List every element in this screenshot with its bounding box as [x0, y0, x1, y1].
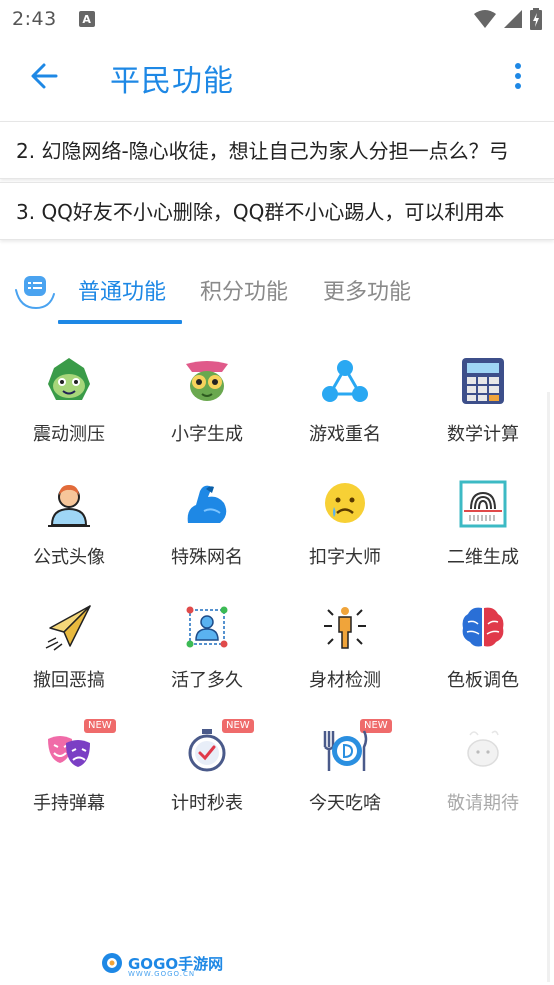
feature-label: 手持弹幕 — [33, 793, 105, 814]
status-time: 2:43 — [12, 8, 57, 30]
list-bubble-icon — [14, 272, 56, 312]
more-vertical-icon — [515, 63, 521, 89]
green-monster-icon — [48, 358, 90, 400]
wifi-icon — [474, 10, 496, 28]
feature-item[interactable]: NEW 今天吃啥 — [276, 719, 414, 829]
scrollbar-track[interactable] — [547, 392, 550, 982]
feature-label: 震动测压 — [33, 424, 105, 445]
feature-label: 今天吃啥 — [309, 793, 381, 814]
feature-item: 敬请期待 — [414, 719, 552, 829]
tab-normal-features[interactable]: 普通功能 — [78, 274, 166, 306]
battery-icon — [530, 8, 542, 30]
feature-item[interactable]: 游戏重名 — [276, 350, 414, 460]
feature-item[interactable]: 公式头像 — [0, 473, 138, 583]
feature-label: 活了多久 — [171, 670, 243, 691]
feature-item[interactable]: 特殊网名 — [138, 473, 276, 583]
paper-plane-icon — [45, 605, 91, 651]
feature-label: 公式头像 — [33, 547, 105, 568]
sad-face-icon — [325, 483, 365, 523]
feature-label: 数学计算 — [447, 424, 519, 445]
watermark-subtext: WWW.GOGO.CN — [128, 970, 196, 978]
feature-item[interactable]: NEW 计时秒表 — [138, 719, 276, 829]
feature-item[interactable]: 二维生成 — [414, 473, 552, 583]
fingerprint-scan-icon — [459, 480, 507, 528]
calculator-icon — [462, 358, 504, 404]
feature-label: 游戏重名 — [309, 424, 381, 445]
feature-label: 身材检测 — [309, 670, 381, 691]
feature-label: 小字生成 — [171, 424, 243, 445]
watermark-logo: GOGO手游网 WWW.GOGO.CN — [100, 948, 223, 978]
feature-label: 计时秒表 — [171, 793, 243, 814]
feature-item[interactable]: 活了多久 — [138, 596, 276, 706]
notification-icon: A — [78, 11, 95, 27]
body-measure-icon — [324, 607, 366, 649]
feature-item[interactable]: 小字生成 — [138, 350, 276, 460]
feature-label: 撤回恶搞 — [33, 670, 105, 691]
gogo-logo-icon — [102, 953, 122, 973]
person-frame-icon — [186, 606, 228, 648]
feature-label: 色板调色 — [447, 670, 519, 691]
signal-icon — [504, 10, 522, 28]
tab-bar: 普通功能 积分功能 更多功能 — [0, 258, 554, 328]
muscle-arm-icon — [187, 485, 227, 523]
feature-item[interactable]: 撤回恶搞 — [0, 596, 138, 706]
notice-item[interactable]: 2. 幻隐网络-隐心收徒，想让自己为家人分担一点么？弓 — [0, 121, 554, 179]
page-title: 平民功能 — [110, 64, 234, 99]
back-button[interactable] — [24, 56, 64, 96]
feature-item[interactable]: 震动测压 — [0, 350, 138, 460]
stopwatch-icon — [188, 729, 226, 772]
feature-item[interactable]: 数学计算 — [414, 350, 552, 460]
brain-icon — [462, 607, 504, 647]
feature-item[interactable]: NEW 手持弹幕 — [0, 719, 138, 829]
tab-points-features[interactable]: 积分功能 — [200, 274, 288, 306]
tab-more-features[interactable]: 更多功能 — [323, 274, 411, 306]
feature-item[interactable]: 扣字大师 — [276, 473, 414, 583]
feature-label: 特殊网名 — [171, 547, 243, 568]
notice-item[interactable]: 3. QQ好友不小心删除，QQ群不小心踢人，可以利用本 — [0, 182, 554, 240]
ghost-placeholder-icon — [467, 730, 499, 767]
plate-cutlery-icon — [323, 730, 368, 771]
tab-indicator — [58, 320, 182, 324]
feature-label: 二维生成 — [447, 547, 519, 568]
app-bar: 平民功能 — [0, 38, 554, 114]
feature-item[interactable]: 身材检测 — [276, 596, 414, 706]
arrow-left-icon — [31, 63, 58, 89]
feature-label: 敬请期待 — [447, 793, 519, 814]
status-bar: 2:43 A — [0, 0, 554, 38]
status-icons — [474, 8, 542, 30]
feature-label: 扣字大师 — [309, 547, 381, 568]
share-nodes-icon — [322, 360, 368, 402]
theater-masks-icon — [48, 736, 90, 767]
overflow-menu-button[interactable] — [500, 58, 536, 94]
feature-item[interactable]: 色板调色 — [414, 596, 552, 706]
person-avatar-icon — [48, 485, 90, 527]
bug-face-icon — [186, 361, 228, 401]
